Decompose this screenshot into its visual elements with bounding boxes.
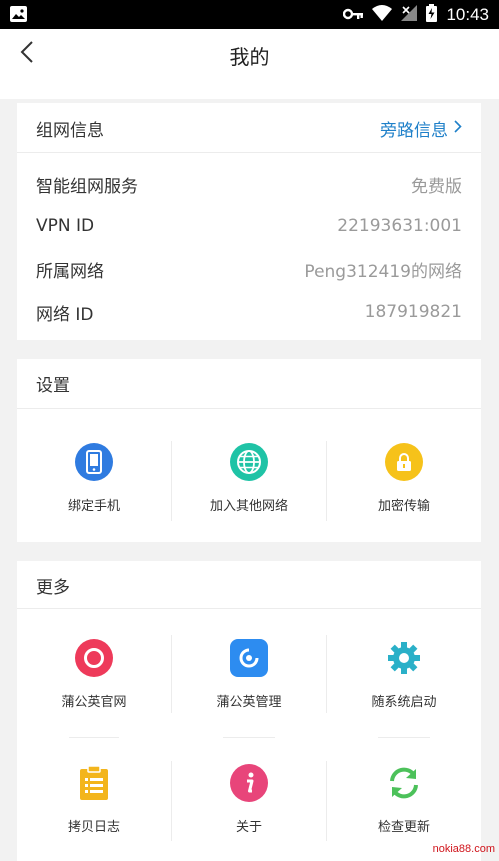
grid-label: 绑定手机	[67, 499, 120, 514]
chevron-right-icon	[454, 118, 462, 138]
info-row-value: 22193631:001	[337, 216, 462, 236]
join-network-button[interactable]: 加入其他网络	[172, 443, 326, 514]
grid-label: 加入其他网络	[209, 499, 288, 514]
battery-charging-icon	[426, 3, 438, 26]
info-row-value: 免费版	[411, 176, 462, 197]
grid-label: 蒲公英官网	[61, 695, 127, 710]
bypass-info-link[interactable]: 旁路信息	[380, 116, 462, 141]
info-row-vpn-id: VPN ID 22193631:001	[17, 206, 481, 246]
image-icon	[10, 6, 27, 22]
key-icon	[343, 5, 364, 24]
dandelion-app-icon	[230, 639, 268, 677]
network-info-header-row: 组网信息 旁路信息	[17, 108, 481, 148]
info-row-label: 智能组网服务	[36, 176, 138, 197]
auto-start-button[interactable]: 随系统启动	[327, 639, 481, 710]
globe-icon	[230, 443, 268, 481]
about-button[interactable]: 关于	[172, 764, 326, 835]
info-icon	[230, 764, 268, 802]
pgy-manage-button[interactable]: 蒲公英管理	[172, 639, 326, 710]
divider	[378, 737, 430, 738]
info-row-label: 所属网络	[36, 261, 104, 282]
wifi-icon	[372, 4, 393, 25]
encrypted-transfer-button[interactable]: 加密传输	[327, 443, 481, 514]
info-row-service: 智能组网服务 免费版	[17, 164, 481, 204]
status-bar: 10:43	[0, 0, 499, 29]
watermark: nokia88.com	[432, 843, 495, 855]
more-title: 更多	[36, 578, 70, 598]
gear-icon	[385, 639, 423, 677]
check-update-button[interactable]: 检查更新	[327, 764, 481, 835]
info-row-label: VPN ID	[36, 216, 95, 236]
info-row-network: 所属网络 Peng312419的网络	[17, 249, 481, 289]
signal-icon	[401, 4, 418, 25]
divider	[17, 152, 481, 153]
phone-icon	[75, 443, 113, 481]
ring-icon	[75, 639, 113, 677]
clock-time: 10:43	[446, 4, 489, 24]
grid-label: 检查更新	[377, 820, 430, 835]
bind-phone-button[interactable]: 绑定手机	[17, 443, 171, 514]
grid-label: 关于	[235, 820, 262, 835]
page-title: 我的	[229, 45, 270, 69]
grid-label: 蒲公英管理	[216, 695, 282, 710]
network-info-title: 组网信息	[36, 120, 104, 141]
refresh-icon	[385, 764, 423, 802]
divider	[223, 737, 275, 738]
info-row-value: 187919821	[364, 302, 462, 322]
copy-log-button[interactable]: 拷贝日志	[17, 764, 171, 835]
info-row-label: 网络 ID	[36, 304, 94, 325]
clipboard-icon	[75, 764, 113, 802]
settings-card: 设置 绑定手机 加入其他网络 加密传输	[17, 359, 481, 542]
bypass-info-label: 旁路信息	[380, 120, 448, 141]
more-card: 更多 蒲公英官网 蒲公英管理 随系统启动 拷贝日志 关于 检查更新	[17, 561, 481, 861]
network-info-card: 组网信息 旁路信息 智能组网服务 免费版 VPN ID 22193631:001…	[17, 103, 481, 340]
grid-label: 加密传输	[377, 499, 430, 514]
grid-label: 拷贝日志	[67, 820, 120, 835]
official-site-button[interactable]: 蒲公英官网	[17, 639, 171, 710]
app-bar: 我的	[0, 29, 499, 99]
info-row-network-id: 网络 ID 187919821	[17, 292, 481, 332]
divider	[69, 737, 119, 738]
settings-title: 设置	[36, 376, 70, 396]
grid-label: 随系统启动	[371, 695, 437, 710]
divider	[17, 608, 481, 609]
info-row-value: Peng312419的网络	[304, 261, 462, 282]
lock-icon	[385, 443, 423, 481]
divider	[17, 408, 481, 409]
